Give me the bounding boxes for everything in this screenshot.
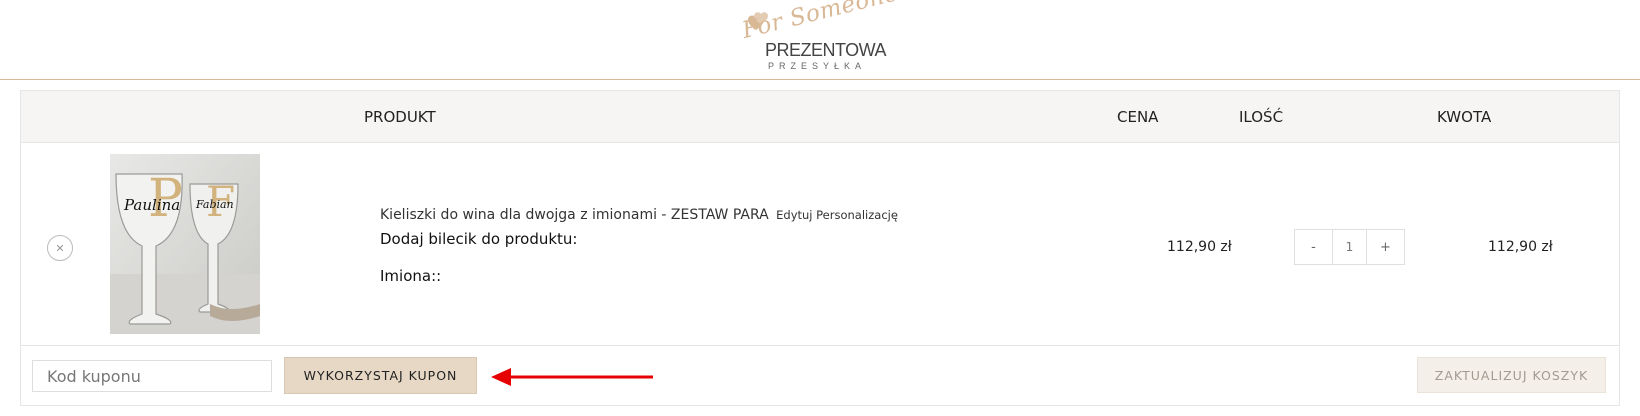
glass-name-right: Fabian bbox=[195, 198, 234, 211]
product-name-link[interactable]: Kieliszki do wina dla dwojga z imionami … bbox=[380, 207, 769, 223]
qty-increase-button[interactable]: + bbox=[1367, 230, 1404, 264]
table-header: PRODUKT CENA ILOŚĆ KWOTA bbox=[21, 91, 1619, 143]
names-label: Imiona:: bbox=[380, 267, 442, 285]
update-cart-button[interactable]: ZAKTUALIZUJ KOSZYK bbox=[1417, 357, 1606, 393]
item-subtotal: 112,90 zł bbox=[1488, 239, 1553, 255]
product-name: Kieliszki do wina dla dwojga z imionami … bbox=[380, 207, 898, 223]
logo[interactable]: For Someone PREZENTOWA PRZESYŁKA bbox=[740, 0, 901, 71]
header-total: KWOTA bbox=[1437, 108, 1492, 126]
quantity-stepper: - 1 + bbox=[1294, 229, 1405, 265]
cart-table: PRODUKT CENA ILOŚĆ KWOTA ✕ P F Paulina F… bbox=[20, 90, 1620, 406]
cart-item-row: ✕ P F Paulina Fabian Kieliszki do wina d… bbox=[21, 143, 1619, 346]
apply-coupon-button[interactable]: WYKORZYSTAJ KUPON bbox=[284, 357, 477, 394]
product-thumbnail[interactable]: P F Paulina Fabian bbox=[110, 154, 260, 334]
header-price: CENA bbox=[1117, 108, 1159, 126]
red-arrow-icon bbox=[491, 368, 653, 386]
header-product: PRODUKT bbox=[364, 108, 436, 126]
site-header: For Someone PREZENTOWA PRZESYŁKA bbox=[0, 0, 1640, 80]
logo-main-text: PREZENTOWA bbox=[765, 40, 887, 60]
logo-sub-text: PRZESYŁKA bbox=[768, 61, 867, 71]
add-note-label: Dodaj bilecik do produktu: bbox=[380, 230, 578, 248]
glass-name-left: Paulina bbox=[123, 196, 180, 214]
qty-decrease-button[interactable]: - bbox=[1295, 230, 1332, 264]
edit-personalization-link[interactable]: Edytuj Personalizację bbox=[776, 208, 898, 222]
coupon-input[interactable] bbox=[32, 360, 272, 392]
qty-input[interactable]: 1 bbox=[1332, 230, 1367, 264]
remove-item-button[interactable]: ✕ bbox=[47, 235, 73, 261]
header-quantity: ILOŚĆ bbox=[1239, 108, 1284, 126]
close-icon: ✕ bbox=[55, 241, 65, 255]
item-price: 112,90 zł bbox=[1167, 239, 1232, 255]
logo-script-text: For Someone bbox=[739, 0, 901, 44]
